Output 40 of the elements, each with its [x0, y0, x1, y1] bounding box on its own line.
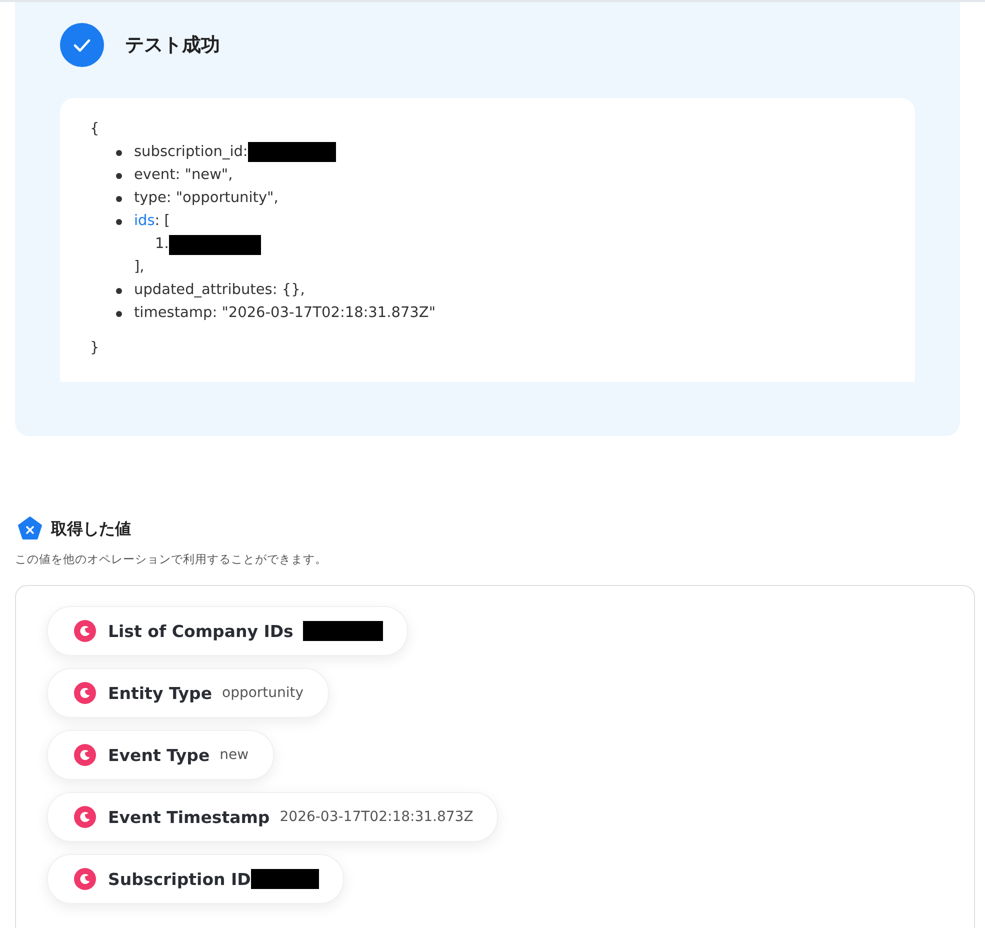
code-text: updated_attributes: {}, [134, 282, 305, 298]
value-label: Event Type [108, 746, 210, 764]
panel-title: テスト成功 [125, 33, 220, 58]
value-chip[interactable]: Subscription ID [47, 854, 344, 904]
code-text: type: "opportunity", [134, 190, 278, 206]
value-text: opportunity [222, 685, 304, 701]
code-text: ], [134, 258, 146, 277]
code-text: event: "new", [134, 167, 233, 183]
app-icon [74, 744, 96, 766]
bullet-icon [116, 173, 122, 179]
code-text: subscription_id: [134, 144, 248, 160]
value-chip[interactable]: List of Company IDs [47, 606, 408, 656]
app-icon [74, 806, 96, 828]
bullet-icon [116, 219, 122, 225]
code-text: } [90, 339, 100, 358]
code-text: { [90, 120, 100, 139]
bullet-icon [116, 196, 122, 202]
section-title: 取得した値 [51, 518, 131, 540]
app-icon [74, 868, 96, 890]
bullet-icon [116, 150, 122, 156]
variable-icon [17, 516, 43, 542]
value-chip[interactable]: Event Type new [47, 730, 274, 780]
bullet-icon [116, 288, 122, 294]
value-text: new [220, 747, 249, 763]
code-text: timestamp: "2026-03-17T02:18:31.873Z" [134, 305, 436, 321]
value-label: Entity Type [108, 684, 212, 702]
check-icon [60, 23, 104, 67]
code-text: 1. [155, 235, 169, 254]
section-description: この値を他のオペレーションで利用することができます。 [15, 552, 328, 567]
value-chip[interactable]: Entity Type opportunity [47, 668, 329, 718]
code-key: ids [134, 213, 155, 229]
value-text: 2026-03-17T02:18:31.873Z [280, 809, 474, 825]
app-icon [74, 620, 96, 642]
value-label: List of Company IDs [108, 622, 294, 640]
bullet-icon [116, 311, 122, 317]
code-text: : [ [154, 213, 170, 229]
app-icon [74, 682, 96, 704]
value-label: Event Timestamp [108, 808, 270, 826]
value-label: Subscription ID [108, 870, 251, 888]
value-chip[interactable]: Event Timestamp 2026-03-17T02:18:31.873Z [47, 792, 498, 842]
